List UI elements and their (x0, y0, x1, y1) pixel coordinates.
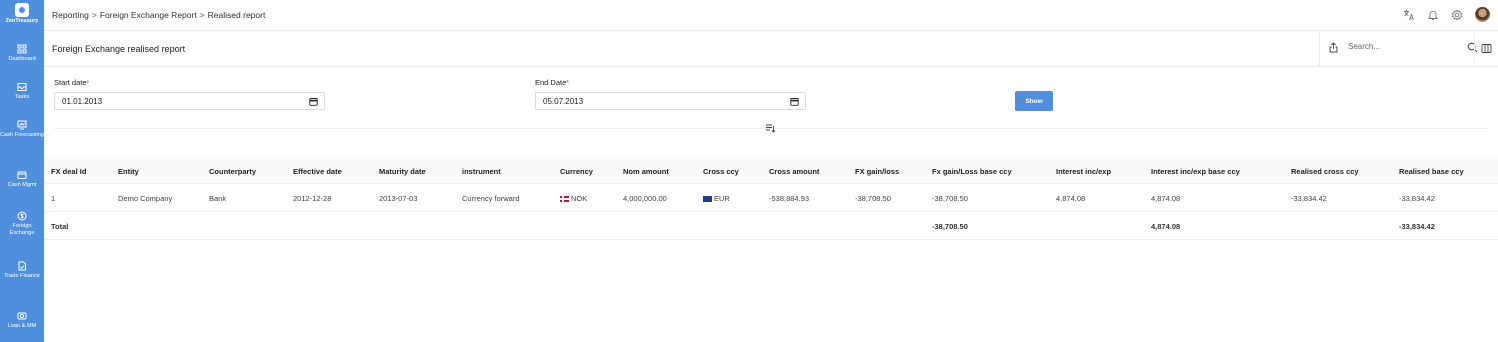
columns-icon[interactable] (1481, 43, 1492, 54)
show-button[interactable]: Show (1015, 91, 1053, 111)
sidebar-item-loan-mm[interactable]: Loan & MM (0, 311, 44, 330)
breadcrumb-separator: > (199, 10, 205, 20)
column-header[interactable]: instrument (462, 167, 501, 176)
breadcrumb-item: Realised report (207, 10, 266, 20)
page-header: Foreign Exchange realised report (44, 31, 1498, 67)
logo-icon (15, 3, 29, 17)
sidebar: ZenTreasury Dashboard Tasks Cash Forecas… (0, 0, 44, 342)
cell-deal-id: 1 (51, 194, 56, 203)
total-row: Total -38,708.50 4,874.08 -33,834.42 (44, 212, 1498, 240)
breadcrumb-item[interactable]: Reporting (52, 10, 89, 20)
cell-realised-cross: -33,834.42 (1291, 194, 1327, 203)
cell-effective-date: 2012-12-28 (293, 194, 332, 203)
sidebar-item-cash-mgmt[interactable]: Cash Mgmt (0, 170, 44, 189)
sidebar-item-label: Loan & MM (7, 323, 37, 329)
cell-maturity-date: 2013-07-03 (379, 194, 418, 203)
sidebar-item-tasks[interactable]: Tasks (0, 82, 44, 101)
eu-flag-icon (703, 195, 712, 202)
bell-icon[interactable] (1427, 9, 1439, 21)
sidebar-item-label: Tasks (14, 94, 30, 100)
total-fx-gain-loss-base: -38,708.50 (932, 222, 968, 231)
cell-instrument: Currency forward (462, 194, 520, 203)
sidebar-item-trade-finance[interactable]: Trade Finance (0, 261, 44, 280)
dashboard-icon (17, 44, 27, 54)
avatar[interactable] (1475, 7, 1490, 22)
start-date-value: 01.01.2013 (62, 97, 103, 106)
column-header[interactable]: Effective date (293, 167, 342, 176)
header-actions (1403, 7, 1490, 22)
start-date-label: Start date* (54, 78, 90, 87)
column-header[interactable]: FX gain/loss (855, 167, 899, 176)
sidebar-item-dashboard[interactable]: Dashboard (0, 44, 44, 63)
export-icon[interactable] (1328, 42, 1339, 53)
search-input[interactable] (1348, 42, 1458, 51)
total-interest-base: 4,874.08 (1151, 222, 1181, 231)
column-header[interactable]: Fx gain/Loss base ccy (932, 167, 1012, 176)
breadcrumb: Reporting > Foreign Exchange Report > Realis… (52, 10, 265, 20)
cell-fx-gain-loss: -38,708.50 (855, 194, 891, 203)
cell-currency: NOK (560, 194, 587, 203)
gear-icon[interactable] (1451, 8, 1463, 21)
cell-fx-gain-loss-base: -38,708.50 (932, 194, 968, 203)
column-header[interactable]: Entity (118, 167, 139, 176)
end-date-label: End Date* (535, 78, 570, 87)
breadcrumb-item[interactable]: Foreign Exchange Report (100, 10, 197, 20)
norway-flag-icon (560, 195, 569, 202)
cell-nom-amount: 4,000,000.00 (623, 194, 667, 203)
sidebar-item-label: Cash Forecasting (0, 132, 44, 138)
column-header[interactable]: Counterparty (209, 167, 256, 176)
column-header[interactable]: Nom amount (623, 167, 669, 176)
document-icon (18, 261, 26, 271)
sidebar-item-foreign-exchange[interactable]: Foreign Exchange (0, 211, 44, 237)
end-date-value: 05.07.2013 (543, 97, 584, 106)
top-bar: Reporting > Foreign Exchange Report > Realis… (44, 0, 1498, 31)
required-mark: * (566, 80, 570, 87)
sidebar-item-label: Cash Mgmt (7, 182, 37, 188)
cell-interest-base: 4,874.08 (1151, 194, 1181, 203)
column-header[interactable]: Interest inc/exp (1056, 167, 1111, 176)
cell-realised-base: -33,834.42 (1399, 194, 1435, 203)
sort-icon[interactable] (765, 123, 776, 133)
required-mark: * (86, 80, 90, 87)
table-header-row: FX deal Id Entity Counterparty Effective… (44, 157, 1498, 184)
column-header[interactable]: Interest inc/exp base ccy (1151, 167, 1240, 176)
sidebar-item-label: Dashboard (8, 56, 36, 62)
column-header[interactable]: Realised base ccy (1399, 167, 1464, 176)
calendar-icon[interactable] (309, 97, 318, 106)
app-logo[interactable]: ZenTreasury (0, 3, 44, 24)
wallet-icon (17, 171, 27, 179)
total-realised-base: -33,834.42 (1399, 222, 1435, 231)
column-header[interactable]: Realised cross ccy (1291, 167, 1359, 176)
column-header[interactable]: Cross ccy (703, 167, 739, 176)
total-label: Total (51, 222, 69, 231)
cell-entity: Demo Company (118, 194, 173, 203)
sidebar-item-cash-forecasting[interactable]: Cash Forecasting (0, 120, 44, 139)
translate-icon[interactable] (1403, 9, 1415, 21)
breadcrumb-separator: > (91, 10, 97, 20)
app-name: ZenTreasury (5, 18, 39, 24)
search-area (1319, 31, 1498, 66)
forecast-icon (17, 120, 27, 130)
column-settings (1474, 31, 1498, 66)
table-row[interactable]: 1 Demo Company Bank 2012-12-28 2013-07-0… (44, 184, 1498, 212)
cell-counterparty: Bank (209, 194, 227, 203)
start-date-field[interactable]: 01.01.2013 (54, 92, 325, 110)
cell-interest: 4,874.08 (1056, 194, 1086, 203)
column-header[interactable]: Currency (560, 167, 593, 176)
column-header[interactable]: Maturity date (379, 167, 426, 176)
loan-icon (17, 312, 27, 320)
calendar-icon[interactable] (790, 97, 799, 106)
cell-cross-ccy: EUR (703, 194, 730, 203)
sidebar-item-label: Trade Finance (4, 273, 40, 279)
dollar-icon (17, 211, 27, 221)
sidebar-item-label: Foreign Exchange (9, 223, 35, 236)
cell-cross-amount: -538,884.93 (769, 194, 810, 203)
end-date-field[interactable]: 05.07.2013 (535, 92, 806, 110)
page-title: Foreign Exchange realised report (52, 44, 186, 54)
column-header[interactable]: Cross amount (769, 167, 819, 176)
column-header[interactable]: FX deal Id (51, 167, 86, 176)
inbox-icon (17, 83, 27, 91)
